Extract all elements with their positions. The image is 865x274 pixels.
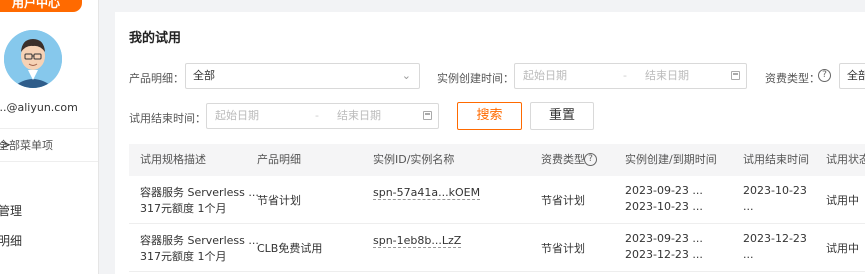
avatar-image [4, 30, 62, 88]
avatar[interactable] [4, 30, 62, 88]
col-spec: 试用规格描述 [140, 153, 206, 166]
expire-time: 2023-12-23 ... [625, 248, 703, 261]
billing-type-label: 资费类型： [765, 72, 820, 85]
col-instance: 实例ID/实例名称 [373, 153, 455, 166]
billing-type-select[interactable]: 全部 [839, 63, 865, 89]
ended-time: ... [743, 200, 754, 213]
sidebar-item-label: 管理 [0, 204, 23, 218]
help-icon[interactable]: ? [818, 69, 831, 82]
ended-date: 2023-10-23 [743, 184, 807, 197]
created-date-range[interactable]: 起始日期 - 结束日期 [514, 63, 747, 89]
product-name: 节省计划 [257, 194, 301, 207]
chevron-down-icon: ⌄ [401, 69, 411, 82]
expire-time: 2023-10-23 ... [625, 200, 703, 213]
all-menu-label: 全部菜单项 [0, 139, 53, 152]
reset-button[interactable]: 重置 [530, 102, 594, 130]
ended-start-placeholder: 起始日期 [215, 109, 259, 122]
col-created: 实例创建/到期时间 [625, 153, 717, 166]
created-time: 2023-09-23 ... [625, 184, 703, 197]
col-ended: 试用结束时间 [743, 153, 809, 166]
status-text: 试用中 [826, 194, 859, 207]
sidebar-item-detail[interactable]: 明细 [0, 232, 22, 249]
col-billing: 资费类型 [541, 153, 585, 166]
instance-link[interactable]: spn-1eb8b...LzZ [373, 234, 462, 248]
table-row: 容器服务 Serverless ... 317元额度 1个月 CLB免费试用 s… [129, 224, 865, 272]
calendar-icon [731, 71, 740, 80]
product-name: CLB免费试用 [257, 242, 323, 255]
sidebar: 用户中心 ...@aliyun.com 全部菜单项 > 管理 明细 [0, 0, 99, 274]
sidebar-item-manage[interactable]: 管理 [0, 202, 22, 219]
created-time-label: 实例创建时间： [437, 72, 514, 85]
help-icon[interactable]: ? [584, 153, 597, 166]
table-header: 试用规格描述 产品明细 实例ID/实例名称 资费类型 ? 实例创建/到期时间 试… [129, 144, 865, 176]
ended-date-range[interactable]: 起始日期 - 结束日期 [206, 103, 439, 129]
calendar-icon [423, 111, 432, 120]
billing-type: 节省计划 [541, 242, 585, 255]
all-menu-item[interactable]: 全部菜单项 > [0, 128, 98, 162]
sidebar-item-label: 明细 [0, 234, 23, 248]
ended-date: 2023-12-23 [743, 232, 807, 245]
range-separator: - [315, 109, 319, 122]
main-panel: 我的试用 产品明细： 全部 ⌄ 实例创建时间： 起始日期 - 结束日期 资费类型… [115, 12, 865, 274]
spec-quota: 317元额度 1个月 [140, 202, 227, 215]
status-text: 试用中 [826, 242, 859, 255]
ended-time: ... [743, 248, 754, 261]
created-start-placeholder: 起始日期 [523, 69, 567, 82]
product-filter-label: 产品明细： [129, 72, 184, 85]
product-select-value: 全部 [193, 69, 215, 82]
created-time: 2023-09-23 ... [625, 232, 703, 245]
user-email: ...@aliyun.com [0, 101, 78, 114]
page-title: 我的试用 [129, 31, 182, 46]
spec-quota: 317元额度 1个月 [140, 250, 227, 263]
ended-time-label: 试用结束时间： [129, 112, 206, 125]
billing-type: 节省计划 [541, 194, 585, 207]
product-select[interactable]: 全部 ⌄ [185, 63, 420, 89]
spec-name: 容器服务 Serverless ... [140, 234, 259, 247]
spec-name: 容器服务 Serverless ... [140, 186, 259, 199]
range-separator: - [623, 69, 627, 82]
instance-link[interactable]: spn-57a41a...kOEM [373, 186, 481, 200]
ended-end-placeholder: 结束日期 [337, 109, 381, 122]
col-status: 试用状态 [826, 153, 865, 166]
col-product: 产品明细 [257, 153, 301, 166]
billing-select-value: 全部 [847, 69, 865, 82]
table-row: 容器服务 Serverless ... 317元额度 1个月 节省计划 spn-… [129, 176, 865, 224]
search-button[interactable]: 搜索 [457, 102, 522, 130]
created-end-placeholder: 结束日期 [645, 69, 689, 82]
user-center-badge[interactable]: 用户中心 [0, 0, 82, 12]
